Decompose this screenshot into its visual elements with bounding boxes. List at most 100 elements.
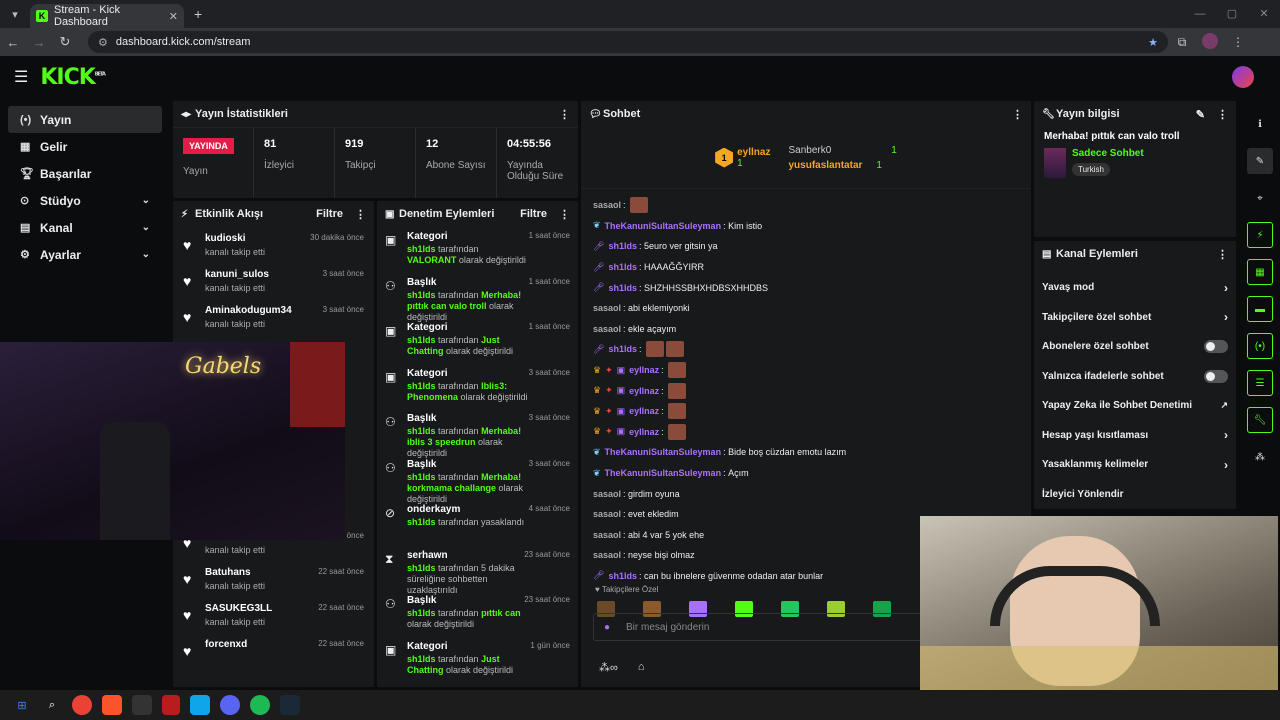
maximize-button[interactable]: ▢ [1216, 0, 1248, 28]
chat-username[interactable]: sh1lds [608, 283, 637, 293]
site-info-icon[interactable]: ⚙ [98, 36, 108, 49]
edit-pencil-icon[interactable]: ✎ [1196, 108, 1205, 121]
clipboard-icon[interactable]: ☰ [1247, 370, 1273, 396]
wrench-icon[interactable]: 🔧︎ [1247, 407, 1273, 433]
channel-action-row[interactable]: Yavaş mod › [1034, 273, 1236, 303]
obs-icon[interactable] [132, 695, 152, 715]
chat-username[interactable]: sasaol [593, 200, 621, 210]
store-icon[interactable]: ⌂ [638, 661, 645, 674]
windows-start-icon[interactable]: ⊞ [12, 695, 32, 715]
reload-button[interactable]: ↻ [52, 34, 78, 50]
mod-action-row[interactable]: ⚇ Başlık sh1lds tarafından pıttık can ol… [377, 591, 578, 637]
channel-action-row[interactable]: İzleyici Yönlendir [1034, 480, 1236, 510]
address-bar[interactable]: ⚙ dashboard.kick.com/stream ★ [88, 31, 1168, 53]
chat-username[interactable]: sasaol [593, 324, 621, 334]
new-tab-button[interactable]: + [194, 6, 202, 22]
chat-message[interactable]: 🎤︎ sh1lds: SHZHHSSBHXHDBSXHHDBS [581, 277, 1031, 298]
event-row[interactable]: ♥ forcenxd 22 saat önce [173, 633, 374, 669]
hamburger-menu-icon[interactable]: ☰ [14, 67, 28, 87]
filter-button[interactable]: Filtre [520, 208, 547, 220]
close-window-button[interactable]: ✕ [1248, 0, 1280, 28]
event-row[interactable]: ♥ Aminakodugum34 kanalı takip etti 3 saa… [173, 299, 374, 335]
chat-input[interactable]: ● Bir mesaj gönderin [593, 613, 933, 641]
filter-button[interactable]: Filtre [316, 208, 343, 220]
document-icon[interactable]: ▦ [1247, 259, 1273, 285]
chat-username[interactable]: TheKanuniSultanSuleyman [605, 221, 722, 231]
mod-action-row[interactable]: ⚇ Başlık sh1lds tarafından Merhaba! ibli… [377, 409, 578, 458]
mod-action-row[interactable]: ▣ Kategori sh1lds tarafından Just Chatti… [377, 637, 578, 683]
event-row[interactable]: ♥ kanuni_sulos kanalı takip etti 3 saat … [173, 263, 374, 299]
back-button[interactable]: ← [0, 35, 26, 50]
mod-action-row[interactable]: ▣ Kategori sh1lds tarafından Iblis3: Phe… [377, 364, 578, 410]
chat-username[interactable]: eyllnaz [629, 406, 659, 416]
channel-action-row[interactable]: Takipçilere özel sohbet › [1034, 303, 1236, 333]
brave-icon[interactable] [102, 695, 122, 715]
minimize-button[interactable]: — [1184, 0, 1216, 28]
chat-message[interactable]: ♛ ✦ ▣ eyllnaz: [581, 360, 1031, 381]
extensions-icon[interactable]: ⧉ [1168, 35, 1196, 50]
chat-username[interactable]: eyllnaz [629, 365, 659, 375]
chat-message[interactable]: sasaol: [581, 195, 1031, 216]
mod-action-row[interactable]: ⚇ Başlık sh1lds tarafından Merhaba! pıtt… [377, 273, 578, 322]
app-icon[interactable] [162, 695, 180, 715]
sidebar-item-gelir[interactable]: ▦ Gelir [8, 133, 162, 160]
chat-username[interactable]: sasaol [593, 550, 621, 560]
emote-picker-icon[interactable]: ⁂∞ [599, 661, 618, 674]
close-tab-icon[interactable]: ✕ [169, 10, 178, 23]
chat-username[interactable]: sh1lds [608, 571, 637, 581]
sidebar-item-yayin[interactable]: (•) Yayın [8, 106, 162, 133]
channel-action-row[interactable]: Hesap yaşı kısıtlaması › [1034, 421, 1236, 451]
chat-message[interactable]: sasaol: ekle açayım [581, 319, 1031, 340]
chat-username[interactable]: sh1lds [608, 344, 637, 354]
user-avatar[interactable] [1232, 66, 1254, 88]
chat-message[interactable]: ❦ TheKanuniSultanSuleyman: Kim istio [581, 216, 1031, 237]
chat-username[interactable]: eyllnaz [629, 427, 659, 437]
broadcast-icon[interactable]: (•) [1247, 333, 1273, 359]
sidebar-item-studyo[interactable]: ⊙ Stüdyo ⌄ [8, 187, 162, 214]
steam-icon[interactable] [280, 695, 300, 715]
more-options-icon[interactable]: ⋮ [559, 108, 570, 121]
chat-username[interactable]: sasaol [593, 509, 621, 519]
chat-message[interactable]: 🎤︎ sh1lds: 5euro ver gitsin ya [581, 236, 1031, 257]
more-options-icon[interactable]: ⋮ [355, 208, 366, 221]
browser-menu-icon[interactable]: ⋮ [1224, 35, 1252, 49]
chat-message[interactable]: ♛ ✦ ▣ eyllnaz: [581, 380, 1031, 401]
mod-action-row[interactable]: ▣ Kategori sh1lds tarafından Just Chatti… [377, 318, 578, 364]
chat-username[interactable]: sasaol [593, 303, 621, 313]
chat-username[interactable]: TheKanuniSultanSuleyman [605, 447, 722, 457]
chat-message[interactable]: sasaol: girdim oyuna [581, 483, 1031, 504]
category-name[interactable]: Sadece Sohbet [1072, 148, 1144, 159]
chat-message[interactable]: ♛ ✦ ▣ eyllnaz: [581, 401, 1031, 422]
target-icon[interactable]: ⌖ [1247, 185, 1273, 211]
tab-search-button[interactable]: ▾ [4, 3, 26, 25]
chat-username[interactable]: sasaol [593, 489, 621, 499]
sidebar-item-basarilar[interactable]: 🏆︎ Başarılar [8, 160, 162, 187]
mod-action-row[interactable]: ⚇ Başlık sh1lds tarafından Merhaba! kork… [377, 455, 578, 504]
more-options-icon[interactable]: ⋮ [559, 208, 570, 221]
toggle-switch[interactable] [1204, 340, 1228, 354]
channel-action-row[interactable]: Yalnızca ifadelerle sohbet [1034, 362, 1236, 392]
forward-button[interactable]: → [26, 35, 52, 50]
mod-action-row[interactable]: ⧗ serhawn sh1lds tarafından 5 dakika sür… [377, 546, 578, 595]
edit-pencil-icon[interactable]: ✎ [1247, 148, 1273, 174]
mod-action-row[interactable]: ▣ Kategori sh1lds tarafından VALORANT ol… [377, 227, 578, 273]
channel-action-row[interactable]: Yasaklanmış kelimeler › [1034, 450, 1236, 480]
event-row[interactable]: ♥ SASUKEG3LL kanalı takip etti 22 saat ö… [173, 597, 374, 633]
discord-icon[interactable] [220, 695, 240, 715]
mod-action-row[interactable]: ⊘ onderkaym sh1lds tarafından yasaklandı… [377, 500, 578, 546]
lightning-icon[interactable]: ⚡︎ [1247, 222, 1273, 248]
sidebar-item-kanal[interactable]: ▤ Kanal ⌄ [8, 214, 162, 241]
more-options-icon[interactable]: ⋮ [1217, 108, 1228, 121]
channel-action-row[interactable]: Yapay Zeka ile Sohbet Denetimi ↗ [1034, 391, 1236, 421]
kick-logo[interactable]: KICKBETA [40, 65, 106, 90]
chat-username[interactable]: sh1lds [608, 262, 637, 272]
emote-settings-icon[interactable]: ⁂ [1247, 444, 1273, 470]
browser-tab[interactable]: K Stream - Kick Dashboard ✕ [30, 4, 184, 28]
chat-message[interactable]: ♛ ✦ ▣ eyllnaz: [581, 422, 1031, 443]
chat-message[interactable]: 🎤︎ sh1lds: HAAAĞĞYIRR [581, 257, 1031, 278]
info-icon[interactable]: ℹ [1247, 111, 1273, 137]
more-options-icon[interactable]: ⋮ [1012, 108, 1023, 121]
chrome-icon[interactable] [72, 695, 92, 715]
chat-icon[interactable]: ▬ [1247, 296, 1273, 322]
spotify-icon[interactable] [250, 695, 270, 715]
